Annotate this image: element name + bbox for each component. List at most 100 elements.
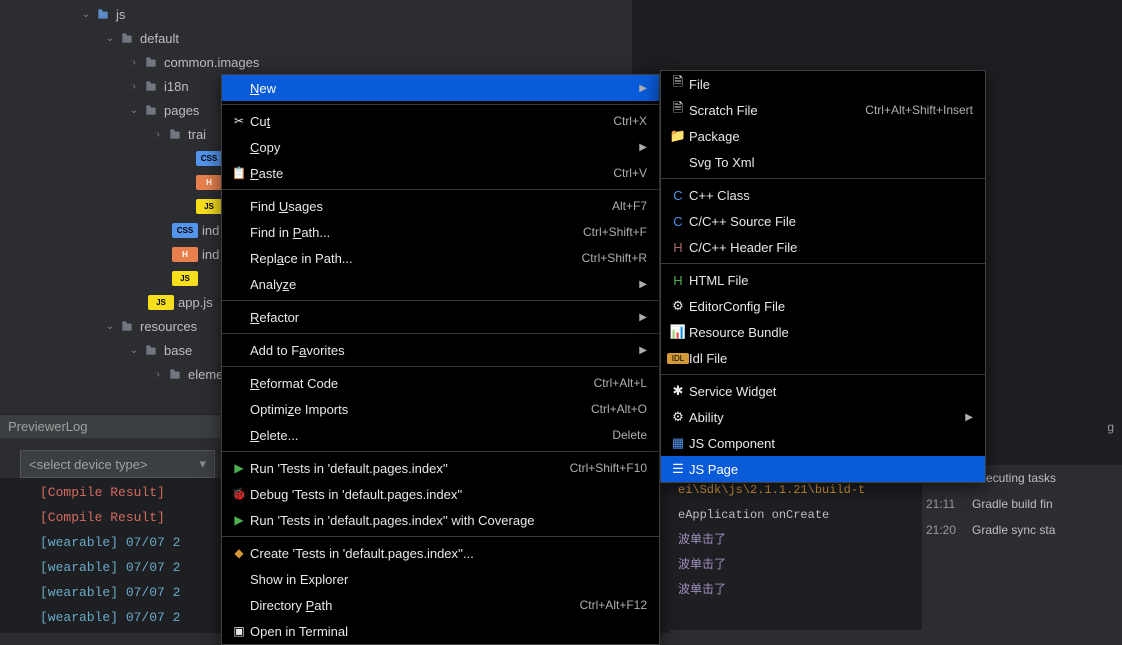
menu-replace-in-path[interactable]: Replace in Path...Ctrl+Shift+R bbox=[222, 245, 659, 271]
menu-separator bbox=[222, 189, 659, 190]
folder-icon bbox=[118, 31, 136, 45]
tree-label: eleme bbox=[188, 367, 223, 382]
tree-node-common-images[interactable]: › common.images bbox=[0, 50, 580, 74]
menu-directory-path[interactable]: Directory PathCtrl+Alt+F12 bbox=[222, 592, 659, 618]
sub-service-widget[interactable]: ✱Service Widget bbox=[661, 378, 985, 404]
sub-ability[interactable]: ⚙Ability▶ bbox=[661, 404, 985, 430]
menu-label: Show in Explorer bbox=[250, 572, 647, 587]
menu-cut[interactable]: ✂CutCtrl+X bbox=[222, 108, 659, 134]
tree-label: ind bbox=[202, 223, 219, 238]
sub-scratch[interactable]: 🗎Scratch FileCtrl+Alt+Shift+Insert bbox=[661, 97, 985, 123]
tree-label: ind bbox=[202, 247, 219, 262]
shortcut: Ctrl+Shift+F bbox=[583, 225, 647, 239]
sub-cpp-class[interactable]: CC++ Class bbox=[661, 182, 985, 208]
list-icon: ☰ bbox=[667, 461, 689, 477]
component-icon: ▦ bbox=[667, 435, 689, 451]
menu-refactor[interactable]: Refactor▶ bbox=[222, 304, 659, 330]
event-row[interactable]: 21:20Gradle sync sta bbox=[922, 517, 1122, 543]
menu-label: Debug 'Tests in 'default.pages.index'' bbox=[250, 487, 647, 502]
sub-label: File bbox=[689, 77, 973, 92]
bundle-icon: 📊 bbox=[667, 324, 689, 340]
menu-paste[interactable]: 📋PasteCtrl+V bbox=[222, 160, 659, 186]
menu-debug-tests[interactable]: 🐞Debug 'Tests in 'default.pages.index'' bbox=[222, 481, 659, 507]
console-line: 波单击了 bbox=[678, 578, 914, 603]
sub-label: Scratch File bbox=[689, 103, 865, 118]
submenu-arrow-icon: ▶ bbox=[639, 312, 647, 323]
submenu-arrow-icon: ▶ bbox=[639, 83, 647, 94]
play-icon: ▶ bbox=[228, 461, 250, 475]
sub-js-component[interactable]: ▦JS Component bbox=[661, 430, 985, 456]
event-time: 21:11 bbox=[926, 497, 964, 511]
folder-icon bbox=[142, 103, 160, 117]
sub-idl[interactable]: IDLIdl File bbox=[661, 345, 985, 371]
shortcut: Ctrl+X bbox=[613, 114, 647, 128]
sub-cpp-src[interactable]: CC/C++ Source File bbox=[661, 208, 985, 234]
shortcut: Delete bbox=[612, 428, 647, 442]
menu-reformat[interactable]: Reformat CodeCtrl+Alt+L bbox=[222, 370, 659, 396]
chevron-right-icon[interactable]: › bbox=[126, 57, 142, 68]
menu-find-in-path[interactable]: Find in Path...Ctrl+Shift+F bbox=[222, 219, 659, 245]
menu-find-usages[interactable]: Find UsagesAlt+F7 bbox=[222, 193, 659, 219]
menu-label: Open in Terminal bbox=[250, 624, 647, 639]
tree-label: trai bbox=[188, 127, 206, 142]
menu-label: Run 'Tests in 'default.pages.index'' wit… bbox=[250, 513, 647, 528]
diamond-icon: ◆ bbox=[228, 546, 250, 560]
sub-svg[interactable]: Svg To Xml bbox=[661, 149, 985, 175]
submenu-new: 🗎File 🗎Scratch FileCtrl+Alt+Shift+Insert… bbox=[660, 70, 986, 483]
submenu-arrow-icon: ▶ bbox=[965, 412, 973, 423]
sub-label: Svg To Xml bbox=[689, 155, 973, 170]
menu-open-terminal[interactable]: ▣Open in Terminal bbox=[222, 618, 659, 644]
sub-label: C/C++ Source File bbox=[689, 214, 973, 229]
chevron-down-icon[interactable]: ⌄ bbox=[102, 33, 118, 44]
chevron-down-icon[interactable]: ⌄ bbox=[126, 105, 142, 116]
console-line: 波单击了 bbox=[678, 528, 914, 553]
menu-label: Run 'Tests in 'default.pages.index'' bbox=[250, 461, 570, 476]
menu-optimize-imports[interactable]: Optimize ImportsCtrl+Alt+O bbox=[222, 396, 659, 422]
menu-show-explorer[interactable]: Show in Explorer bbox=[222, 566, 659, 592]
menu-label: Create 'Tests in 'default.pages.index''.… bbox=[250, 546, 647, 561]
sub-package[interactable]: 📁Package bbox=[661, 123, 985, 149]
device-type-select[interactable]: <select device type> bbox=[20, 450, 215, 478]
tree-node-default[interactable]: ⌄ default bbox=[0, 26, 580, 50]
sub-file[interactable]: 🗎File bbox=[661, 71, 985, 97]
sub-editorconfig[interactable]: ⚙EditorConfig File bbox=[661, 293, 985, 319]
sub-html[interactable]: HHTML File bbox=[661, 267, 985, 293]
css-file-icon: CSS bbox=[196, 151, 222, 166]
menu-create-tests[interactable]: ◆Create 'Tests in 'default.pages.index''… bbox=[222, 540, 659, 566]
sub-js-page[interactable]: ☰JS Page bbox=[661, 456, 985, 482]
widget-icon: ✱ bbox=[667, 383, 689, 399]
right-label: g bbox=[1107, 420, 1114, 434]
menu-new[interactable]: New▶ bbox=[222, 75, 659, 101]
menu-separator bbox=[222, 451, 659, 452]
shortcut: Ctrl+Alt+O bbox=[591, 402, 647, 416]
previewer-log-tab[interactable]: PreviewerLog bbox=[0, 414, 220, 438]
event-row[interactable]: 21:11Gradle build fin bbox=[922, 491, 1122, 517]
coverage-icon: ▶ bbox=[228, 513, 250, 527]
sub-label: Ability bbox=[689, 410, 965, 425]
sub-resbundle[interactable]: 📊Resource Bundle bbox=[661, 319, 985, 345]
menu-run-tests[interactable]: ▶Run 'Tests in 'default.pages.index''Ctr… bbox=[222, 455, 659, 481]
sub-cpp-hdr[interactable]: HC/C++ Header File bbox=[661, 234, 985, 260]
h-icon: H bbox=[667, 240, 689, 255]
sub-label: Resource Bundle bbox=[689, 325, 973, 340]
submenu-arrow-icon: ▶ bbox=[639, 345, 647, 356]
sub-label: HTML File bbox=[689, 273, 973, 288]
folder-icon bbox=[142, 55, 160, 69]
folder-icon bbox=[142, 343, 160, 357]
context-menu: New▶ ✂CutCtrl+X Copy▶ 📋PasteCtrl+V Find … bbox=[221, 74, 660, 645]
menu-copy[interactable]: Copy▶ bbox=[222, 134, 659, 160]
chevron-right-icon[interactable]: › bbox=[126, 81, 142, 92]
tree-node-js[interactable]: ⌄ js bbox=[0, 2, 580, 26]
sub-label: JS Component bbox=[689, 436, 973, 451]
sub-label: Service Widget bbox=[689, 384, 973, 399]
scissors-icon: ✂ bbox=[228, 114, 250, 128]
menu-add-favorites[interactable]: Add to Favorites▶ bbox=[222, 337, 659, 363]
chevron-down-icon[interactable]: ⌄ bbox=[78, 9, 94, 20]
package-icon: 📁 bbox=[667, 128, 689, 144]
file-icon: 🗎 bbox=[667, 73, 689, 95]
right-console: ei\Sdk\js\2.1.1.21\build-t eApplication … bbox=[670, 470, 922, 630]
menu-delete[interactable]: Delete...Delete bbox=[222, 422, 659, 448]
menu-analyze[interactable]: Analyze▶ bbox=[222, 271, 659, 297]
menu-run-coverage[interactable]: ▶Run 'Tests in 'default.pages.index'' wi… bbox=[222, 507, 659, 533]
shortcut: Alt+F7 bbox=[612, 199, 647, 213]
